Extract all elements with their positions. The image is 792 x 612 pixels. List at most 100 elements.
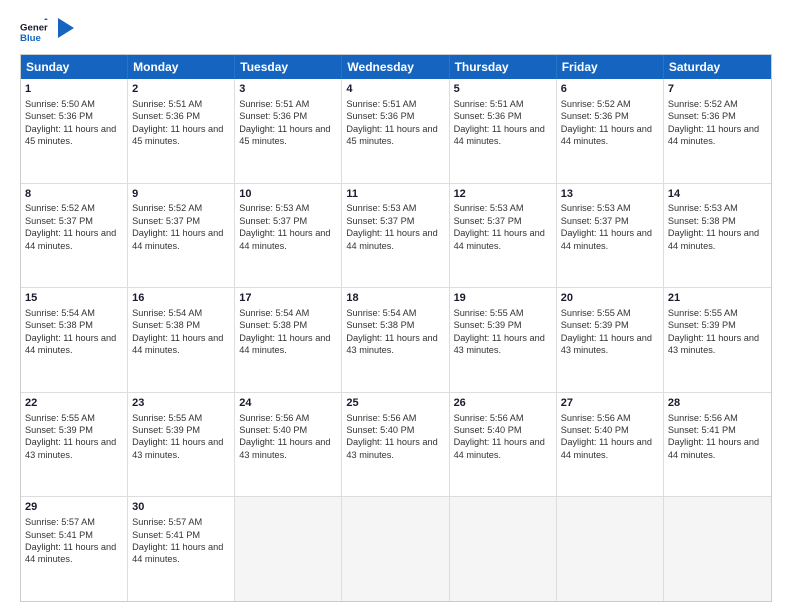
calendar-cell: 13Sunrise: 5:53 AMSunset: 5:37 PMDayligh…	[557, 184, 664, 288]
daylight: Daylight: 11 hours and 45 minutes.	[239, 124, 330, 146]
sunrise: Sunrise: 5:51 AM	[454, 99, 524, 109]
sunset: Sunset: 5:40 PM	[346, 425, 414, 435]
day-number: 7	[668, 82, 767, 97]
day-number: 15	[25, 291, 123, 306]
calendar-body: 1Sunrise: 5:50 AMSunset: 5:36 PMDaylight…	[21, 79, 771, 601]
sunset: Sunset: 5:36 PM	[346, 111, 414, 121]
daylight: Daylight: 11 hours and 43 minutes.	[132, 437, 223, 459]
calendar-cell	[557, 497, 664, 601]
day-number: 21	[668, 291, 767, 306]
calendar-cell: 14Sunrise: 5:53 AMSunset: 5:38 PMDayligh…	[664, 184, 771, 288]
sunrise: Sunrise: 5:53 AM	[346, 203, 416, 213]
calendar-cell: 11Sunrise: 5:53 AMSunset: 5:37 PMDayligh…	[342, 184, 449, 288]
daylight: Daylight: 11 hours and 44 minutes.	[668, 124, 759, 146]
day-number: 27	[561, 396, 659, 411]
calendar-cell: 23 Sunrise: 5:55 AM Sunset: 5:39 PM Dayligh…	[128, 393, 235, 497]
sunrise: Sunrise: 5:56 AM	[346, 413, 416, 423]
header-cell-tuesday: Tuesday	[235, 55, 342, 79]
sunset: Sunset: 5:39 PM	[132, 425, 200, 435]
calendar-cell: 17Sunrise: 5:54 AMSunset: 5:38 PMDayligh…	[235, 288, 342, 392]
daylight: Daylight: 11 hours and 44 minutes.	[561, 437, 652, 459]
daylight: Daylight: 11 hours and 43 minutes.	[454, 333, 545, 355]
sunrise: Sunrise: 5:55 AM	[132, 413, 202, 423]
day-number: 4	[346, 82, 444, 97]
sunset: Sunset: 5:40 PM	[454, 425, 522, 435]
day-number: 19	[454, 291, 552, 306]
day-number: 16	[132, 291, 230, 306]
sunrise: Sunrise: 5:56 AM	[668, 413, 738, 423]
calendar-cell: 7Sunrise: 5:52 AMSunset: 5:36 PMDaylight…	[664, 79, 771, 183]
calendar: SundayMondayTuesdayWednesdayThursdayFrid…	[20, 54, 772, 602]
sunset: Sunset: 5:37 PM	[25, 216, 93, 226]
day-number: 18	[346, 291, 444, 306]
sunrise: Sunrise: 5:56 AM	[454, 413, 524, 423]
day-number: 29	[25, 500, 123, 515]
daylight: Daylight: 11 hours and 43 minutes.	[25, 437, 116, 459]
calendar-cell: 18Sunrise: 5:54 AMSunset: 5:38 PMDayligh…	[342, 288, 449, 392]
sunrise: Sunrise: 5:52 AM	[668, 99, 738, 109]
day-number: 23	[132, 396, 230, 411]
header-cell-thursday: Thursday	[450, 55, 557, 79]
day-number: 3	[239, 82, 337, 97]
sunrise: Sunrise: 5:54 AM	[132, 308, 202, 318]
arrow-icon	[58, 18, 74, 38]
sunset: Sunset: 5:36 PM	[25, 111, 93, 121]
calendar-cell	[342, 497, 449, 601]
daylight: Daylight: 11 hours and 44 minutes.	[25, 228, 116, 250]
calendar-cell	[664, 497, 771, 601]
daylight: Daylight: 11 hours and 44 minutes.	[668, 228, 759, 250]
header-cell-wednesday: Wednesday	[342, 55, 449, 79]
calendar-row-3: 15 Sunrise: 5:54 AM Sunset: 5:38 PM Dayligh…	[21, 288, 771, 393]
logo-icon: General Blue	[20, 18, 48, 46]
day-number: 11	[346, 187, 444, 202]
sunset: Sunset: 5:37 PM	[561, 216, 629, 226]
sunrise: Sunrise: 5:55 AM	[668, 308, 738, 318]
day-number: 10	[239, 187, 337, 202]
calendar-header: SundayMondayTuesdayWednesdayThursdayFrid…	[21, 55, 771, 79]
sunset: Sunset: 5:38 PM	[239, 320, 307, 330]
sunrise: Sunrise: 5:52 AM	[561, 99, 631, 109]
sunset: Sunset: 5:37 PM	[346, 216, 414, 226]
day-number: 22	[25, 396, 123, 411]
calendar-cell: 26Sunrise: 5:56 AMSunset: 5:40 PMDayligh…	[450, 393, 557, 497]
sunset: Sunset: 5:40 PM	[239, 425, 307, 435]
svg-text:General: General	[20, 22, 48, 33]
calendar-cell: 30Sunrise: 5:57 AMSunset: 5:41 PMDayligh…	[128, 497, 235, 601]
sunset: Sunset: 5:38 PM	[668, 216, 736, 226]
daylight: Daylight: 11 hours and 45 minutes.	[132, 124, 223, 146]
calendar-cell: 21Sunrise: 5:55 AMSunset: 5:39 PMDayligh…	[664, 288, 771, 392]
daylight: Daylight: 11 hours and 44 minutes.	[454, 228, 545, 250]
calendar-cell: 4Sunrise: 5:51 AMSunset: 5:36 PMDaylight…	[342, 79, 449, 183]
sunset: Sunset: 5:37 PM	[454, 216, 522, 226]
sunset: Sunset: 5:40 PM	[561, 425, 629, 435]
calendar-cell: 28Sunrise: 5:56 AMSunset: 5:41 PMDayligh…	[664, 393, 771, 497]
daylight: Daylight: 11 hours and 44 minutes.	[132, 542, 223, 564]
calendar-cell: 1Sunrise: 5:50 AMSunset: 5:36 PMDaylight…	[21, 79, 128, 183]
daylight: Daylight: 11 hours and 43 minutes.	[346, 333, 437, 355]
day-number: 26	[454, 396, 552, 411]
sunset: Sunset: 5:39 PM	[561, 320, 629, 330]
calendar-cell: 6Sunrise: 5:52 AMSunset: 5:36 PMDaylight…	[557, 79, 664, 183]
sunrise: Sunrise: 5:53 AM	[454, 203, 524, 213]
daylight: Daylight: 11 hours and 44 minutes.	[132, 228, 223, 250]
calendar-cell: 15Sunrise: 5:54 AMSunset: 5:38 PMDayligh…	[21, 288, 128, 392]
sunrise: Sunrise: 5:57 AM	[25, 517, 95, 527]
daylight: Daylight: 11 hours and 44 minutes.	[239, 228, 330, 250]
daylight: Daylight: 11 hours and 45 minutes.	[25, 124, 116, 146]
daylight: Daylight: 11 hours and 44 minutes.	[561, 228, 652, 250]
sunrise: Sunrise: 5:53 AM	[239, 203, 309, 213]
calendar-cell: 16Sunrise: 5:54 AMSunset: 5:38 PMDayligh…	[128, 288, 235, 392]
daylight: Daylight: 11 hours and 44 minutes.	[454, 124, 545, 146]
calendar-cell: 10Sunrise: 5:53 AMSunset: 5:37 PMDayligh…	[235, 184, 342, 288]
header: General Blue	[20, 18, 772, 46]
day-number: 17	[239, 291, 337, 306]
sunrise: Sunrise: 5:55 AM	[25, 413, 95, 423]
header-cell-monday: Monday	[128, 55, 235, 79]
logo: General Blue	[20, 18, 74, 46]
daylight: Daylight: 11 hours and 44 minutes.	[668, 437, 759, 459]
sunset: Sunset: 5:41 PM	[668, 425, 736, 435]
calendar-cell: 9Sunrise: 5:52 AMSunset: 5:37 PMDaylight…	[128, 184, 235, 288]
sunrise: Sunrise: 5:55 AM	[561, 308, 631, 318]
sunrise: Sunrise: 5:53 AM	[561, 203, 631, 213]
day-number: 1	[25, 82, 123, 97]
